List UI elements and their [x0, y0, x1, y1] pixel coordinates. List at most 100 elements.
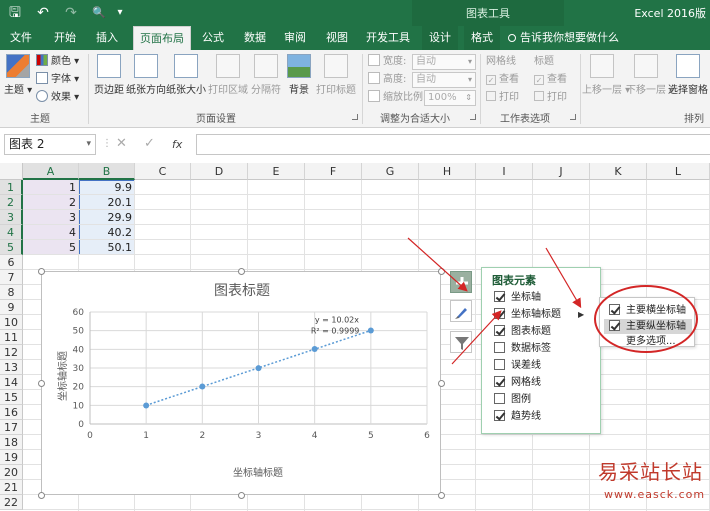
gridlines-print-checkbox[interactable]: 打印: [486, 90, 519, 106]
row-header-19[interactable]: 19: [0, 450, 23, 465]
chart-area[interactable]: 图表标题 0 10 20 30 40 50 60 0 1 2 3 4 5 6 坐标轴标题 坐标轴标题 y = 10…: [38, 268, 445, 499]
select-all-corner[interactable]: [0, 163, 23, 180]
column-header-h[interactable]: H: [419, 163, 476, 180]
send-backward-button[interactable]: 下移一层 ▾: [626, 54, 674, 96]
chart-element-item[interactable]: 坐标轴: [494, 290, 541, 306]
row-header-14[interactable]: 14: [0, 375, 23, 390]
gridlines-view-checkbox[interactable]: ✓ 查看: [486, 72, 519, 88]
resize-handle[interactable]: [38, 492, 45, 499]
enter-icon[interactable]: ✓: [144, 136, 155, 151]
headings-view-checkbox[interactable]: ✓ 查看: [534, 72, 567, 88]
chart-element-checkbox[interactable]: [494, 393, 505, 404]
row-header-21[interactable]: 21: [0, 480, 23, 495]
column-header-j[interactable]: J: [533, 163, 590, 180]
chart-element-checkbox[interactable]: [494, 359, 505, 370]
row-header-12[interactable]: 12: [0, 345, 23, 360]
cell-b3[interactable]: 29.9: [79, 210, 135, 225]
column-header-e[interactable]: E: [248, 163, 305, 180]
row-header-15[interactable]: 15: [0, 390, 23, 405]
cell-a2[interactable]: 2: [23, 195, 79, 210]
redo-icon[interactable]: ↷: [62, 4, 80, 22]
theme-colors-button[interactable]: 颜色 ▾: [36, 54, 79, 70]
scale-stepper[interactable]: 100% ⇕: [424, 90, 476, 106]
insert-function-icon[interactable]: fx: [172, 138, 182, 151]
name-box[interactable]: 图表 2 ▾: [4, 134, 96, 155]
chart-element-item[interactable]: 网格线: [494, 375, 541, 391]
customize-qat-icon[interactable]: ▾: [114, 4, 126, 22]
column-header-i[interactable]: I: [476, 163, 533, 180]
print-titles-button[interactable]: 打印标题: [316, 54, 356, 96]
resize-handle[interactable]: [438, 492, 445, 499]
tab-developer[interactable]: 开发工具: [364, 26, 412, 50]
chart-element-item[interactable]: 趋势线: [494, 409, 541, 425]
save-icon[interactable]: 🖫: [6, 4, 24, 22]
breaks-button[interactable]: 分隔符: [250, 54, 282, 96]
chart-element-item[interactable]: 误差线: [494, 358, 541, 374]
row-header-20[interactable]: 20: [0, 465, 23, 480]
tab-formulas[interactable]: 公式: [196, 26, 230, 50]
tab-data[interactable]: 数据: [238, 26, 272, 50]
column-header-l[interactable]: L: [647, 163, 710, 180]
chart-element-checkbox[interactable]: [494, 410, 505, 421]
column-header-c[interactable]: C: [135, 163, 191, 180]
row-header-11[interactable]: 11: [0, 330, 23, 345]
chart-element-checkbox[interactable]: [494, 376, 505, 387]
tab-insert[interactable]: 插入: [90, 26, 124, 50]
row-header-22[interactable]: 22: [0, 495, 23, 510]
row-header-13[interactable]: 13: [0, 360, 23, 375]
resize-handle[interactable]: [438, 268, 445, 275]
chart-elements-button[interactable]: [450, 271, 472, 293]
cell-a4[interactable]: 4: [23, 225, 79, 240]
resize-handle[interactable]: [238, 268, 245, 275]
chart-element-item[interactable]: 图例: [494, 392, 531, 408]
resize-handle[interactable]: [38, 380, 45, 387]
size-button[interactable]: 纸张大小: [166, 54, 206, 96]
tab-view[interactable]: 视图: [320, 26, 354, 50]
resize-handle[interactable]: [438, 380, 445, 387]
height-select[interactable]: 自动 ▾: [412, 72, 476, 88]
tab-page-layout[interactable]: 页面布局: [133, 26, 191, 50]
tab-review[interactable]: 审阅: [278, 26, 312, 50]
cell-b2[interactable]: 20.1: [79, 195, 135, 210]
resize-handle[interactable]: [238, 492, 245, 499]
page-setup-launcher[interactable]: [352, 114, 358, 120]
chart-element-item[interactable]: 数据标签: [494, 341, 551, 357]
theme-fonts-button[interactable]: 字体 ▾: [36, 72, 79, 88]
row-header-4[interactable]: 4: [0, 225, 23, 240]
row-header-16[interactable]: 16: [0, 405, 23, 420]
row-header-3[interactable]: 3: [0, 210, 23, 225]
theme-effects-button[interactable]: 效果 ▾: [36, 90, 79, 106]
chart-element-item[interactable]: 坐标轴标题 ▶: [494, 307, 584, 323]
cell-a3[interactable]: 3: [23, 210, 79, 225]
column-header-k[interactable]: K: [590, 163, 647, 180]
print-preview-icon[interactable]: 🔍: [90, 4, 108, 22]
row-header-18[interactable]: 18: [0, 435, 23, 450]
row-header-1[interactable]: 1: [0, 180, 23, 195]
bring-forward-button[interactable]: 上移一层 ▾: [582, 54, 630, 96]
row-header-5[interactable]: 5: [0, 240, 23, 255]
width-select[interactable]: 自动 ▾: [412, 54, 476, 70]
tab-design[interactable]: 设计: [422, 26, 458, 50]
orientation-button[interactable]: 纸张方向: [126, 54, 166, 96]
chart-styles-button[interactable]: [450, 300, 472, 322]
margins-button[interactable]: 页边距: [92, 54, 126, 96]
row-header-10[interactable]: 10: [0, 315, 23, 330]
background-button[interactable]: 背景: [286, 54, 312, 96]
chart-element-item[interactable]: 图表标题: [494, 324, 551, 340]
undo-icon[interactable]: ↶: [34, 4, 52, 22]
scale-launcher[interactable]: [470, 114, 476, 120]
print-area-button[interactable]: 打印区域: [208, 54, 248, 96]
cancel-icon[interactable]: ✕: [116, 136, 127, 151]
cell-a5[interactable]: 5: [23, 240, 79, 255]
column-header-b[interactable]: B: [79, 163, 135, 180]
tab-format[interactable]: 格式: [464, 26, 500, 50]
row-header-9[interactable]: 9: [0, 300, 23, 315]
chart-element-checkbox[interactable]: [494, 308, 505, 319]
selection-pane-button[interactable]: 选择窗格: [668, 54, 708, 96]
formula-input[interactable]: [196, 134, 710, 155]
row-header-17[interactable]: 17: [0, 420, 23, 435]
tell-me-box[interactable]: 告诉我你想要做什么: [508, 26, 628, 50]
chart-filters-button[interactable]: [450, 331, 472, 353]
column-header-a[interactable]: A: [23, 163, 79, 180]
tab-home[interactable]: 开始: [48, 26, 82, 50]
